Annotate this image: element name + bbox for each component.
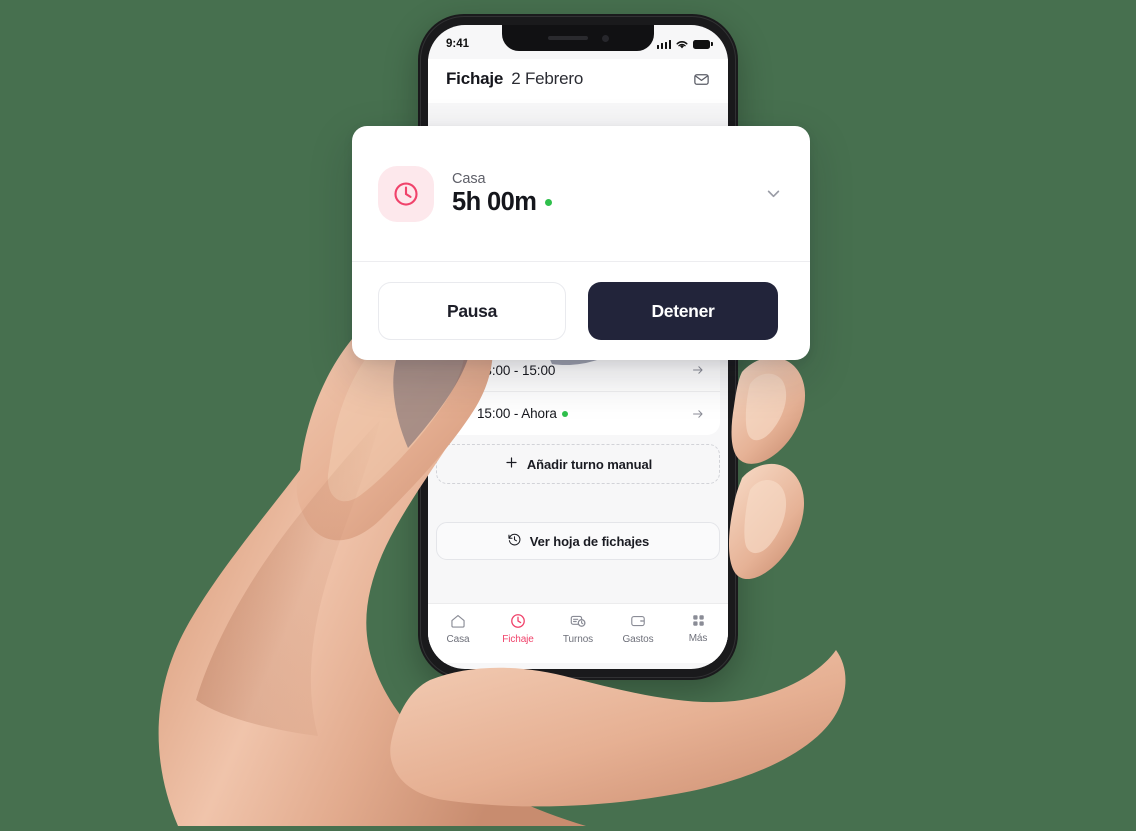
header-titles: Fichaje 2 Febrero — [446, 69, 583, 89]
status-bar-time: 9:41 — [446, 38, 470, 50]
view-timesheet-button[interactable]: Ver hoja de fichajes — [436, 522, 720, 560]
modal-text-block: Casa 5h 00m — [452, 171, 745, 217]
modal-actions: Pausa Detener — [352, 262, 810, 360]
tab-fichaje[interactable]: Fichaje — [488, 612, 548, 645]
status-badge — [561, 410, 568, 417]
clock-icon — [451, 406, 466, 421]
table-row[interactable]: 15:00 - Ahora — [436, 392, 720, 435]
chevron-down-icon[interactable] — [763, 183, 784, 204]
tab-gastos[interactable]: Gastos — [608, 612, 668, 645]
header-date: 2 Febrero — [511, 69, 584, 88]
history-icon — [507, 532, 522, 550]
wallet-icon — [629, 612, 647, 630]
bottom-tab-bar: Casa Fichaje Turnos Gastos Más — [428, 603, 728, 663]
timer-modal-card: Casa 5h 00m Pausa Detener — [352, 126, 810, 360]
phone-notch — [502, 25, 654, 51]
arrow-right-icon[interactable] — [691, 363, 705, 377]
status-badge — [545, 198, 553, 206]
signal-bars-icon — [656, 39, 671, 49]
tab-label: Fichaje — [502, 634, 534, 645]
modal-header[interactable]: Casa 5h 00m — [352, 126, 810, 262]
pause-button[interactable]: Pausa — [378, 282, 566, 340]
tab-label: Gastos — [622, 634, 654, 645]
tab-label: Casa — [446, 634, 470, 645]
app-header: Fichaje 2 Febrero — [428, 59, 728, 103]
earpiece-speaker — [547, 36, 588, 40]
tab-label: Más — [688, 633, 708, 644]
clock-icon — [509, 612, 527, 630]
add-shift-label: Añadir turno manual — [526, 456, 653, 472]
shift-time: 15:00 - Ahora — [477, 406, 557, 421]
page-title: Fichaje — [446, 69, 504, 88]
modal-duration-row: 5h 00m — [452, 188, 745, 217]
plus-icon — [504, 455, 519, 473]
front-camera — [601, 34, 609, 42]
coffee-icon — [451, 363, 466, 378]
clock-icon — [378, 165, 434, 222]
grid-icon — [690, 612, 707, 629]
shift-time-row: 15:00 - Ahora — [477, 406, 680, 421]
shifts-calendar-icon — [569, 612, 587, 630]
stop-button[interactable]: Detener — [588, 282, 778, 340]
status-bar-indicators — [656, 35, 713, 50]
shift-time: 13:00 - 15:00 — [477, 362, 556, 378]
add-shift-button[interactable]: Añadir turno manual — [436, 444, 720, 484]
wifi-icon — [676, 40, 688, 48]
tab-mas[interactable]: Más — [668, 612, 728, 644]
view-timesheet-label: Ver hoja de fichajes — [529, 533, 650, 549]
home-icon — [449, 612, 467, 630]
tab-turnos[interactable]: Turnos — [548, 612, 608, 645]
scene: 9:41 Fichaje 2 Febrero 13:00 - 15:00 15:… — [0, 0, 1136, 831]
shift-list: 13:00 - 15:00 15:00 - Ahora — [436, 349, 720, 435]
envelope-icon[interactable] — [693, 71, 710, 88]
timer-duration: 5h 00m — [452, 187, 537, 216]
battery-icon — [693, 39, 713, 49]
tab-label: Turnos — [562, 634, 594, 645]
tab-casa[interactable]: Casa — [428, 612, 488, 645]
arrow-right-icon[interactable] — [691, 407, 705, 421]
modal-subtitle: Casa — [452, 170, 486, 187]
